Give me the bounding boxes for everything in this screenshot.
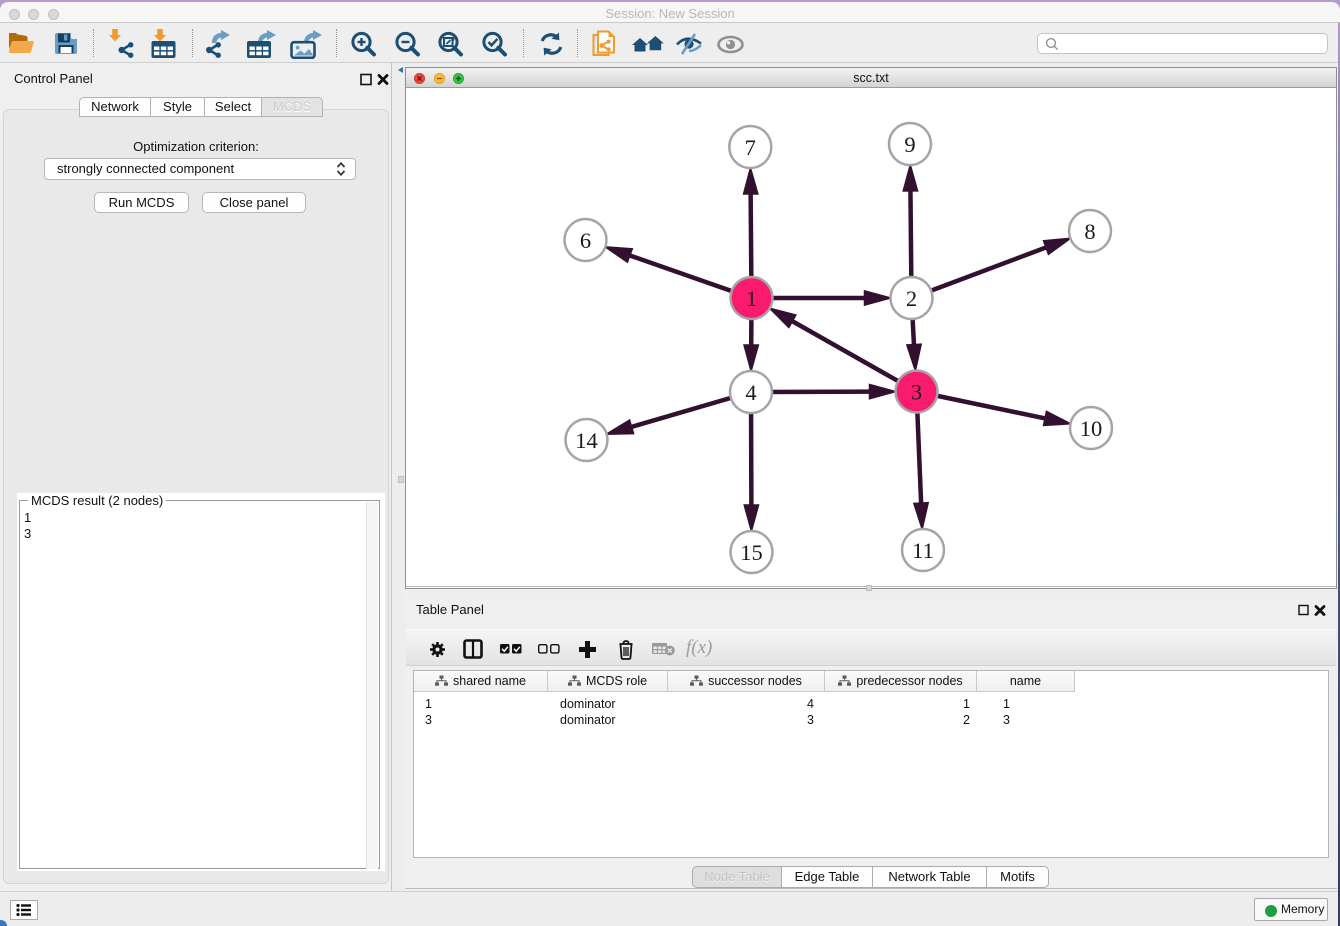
svg-text:11: 11: [912, 538, 934, 563]
svg-text:7: 7: [745, 135, 756, 160]
svg-text:2: 2: [906, 286, 917, 311]
svg-text:1: 1: [746, 286, 757, 311]
svg-text:6: 6: [580, 228, 591, 253]
svg-text:10: 10: [1080, 416, 1103, 441]
svg-text:4: 4: [745, 380, 756, 405]
svg-text:8: 8: [1084, 219, 1095, 244]
svg-text:3: 3: [911, 380, 922, 405]
svg-text:9: 9: [904, 132, 915, 157]
svg-text:15: 15: [740, 540, 763, 565]
svg-text:14: 14: [575, 428, 598, 453]
